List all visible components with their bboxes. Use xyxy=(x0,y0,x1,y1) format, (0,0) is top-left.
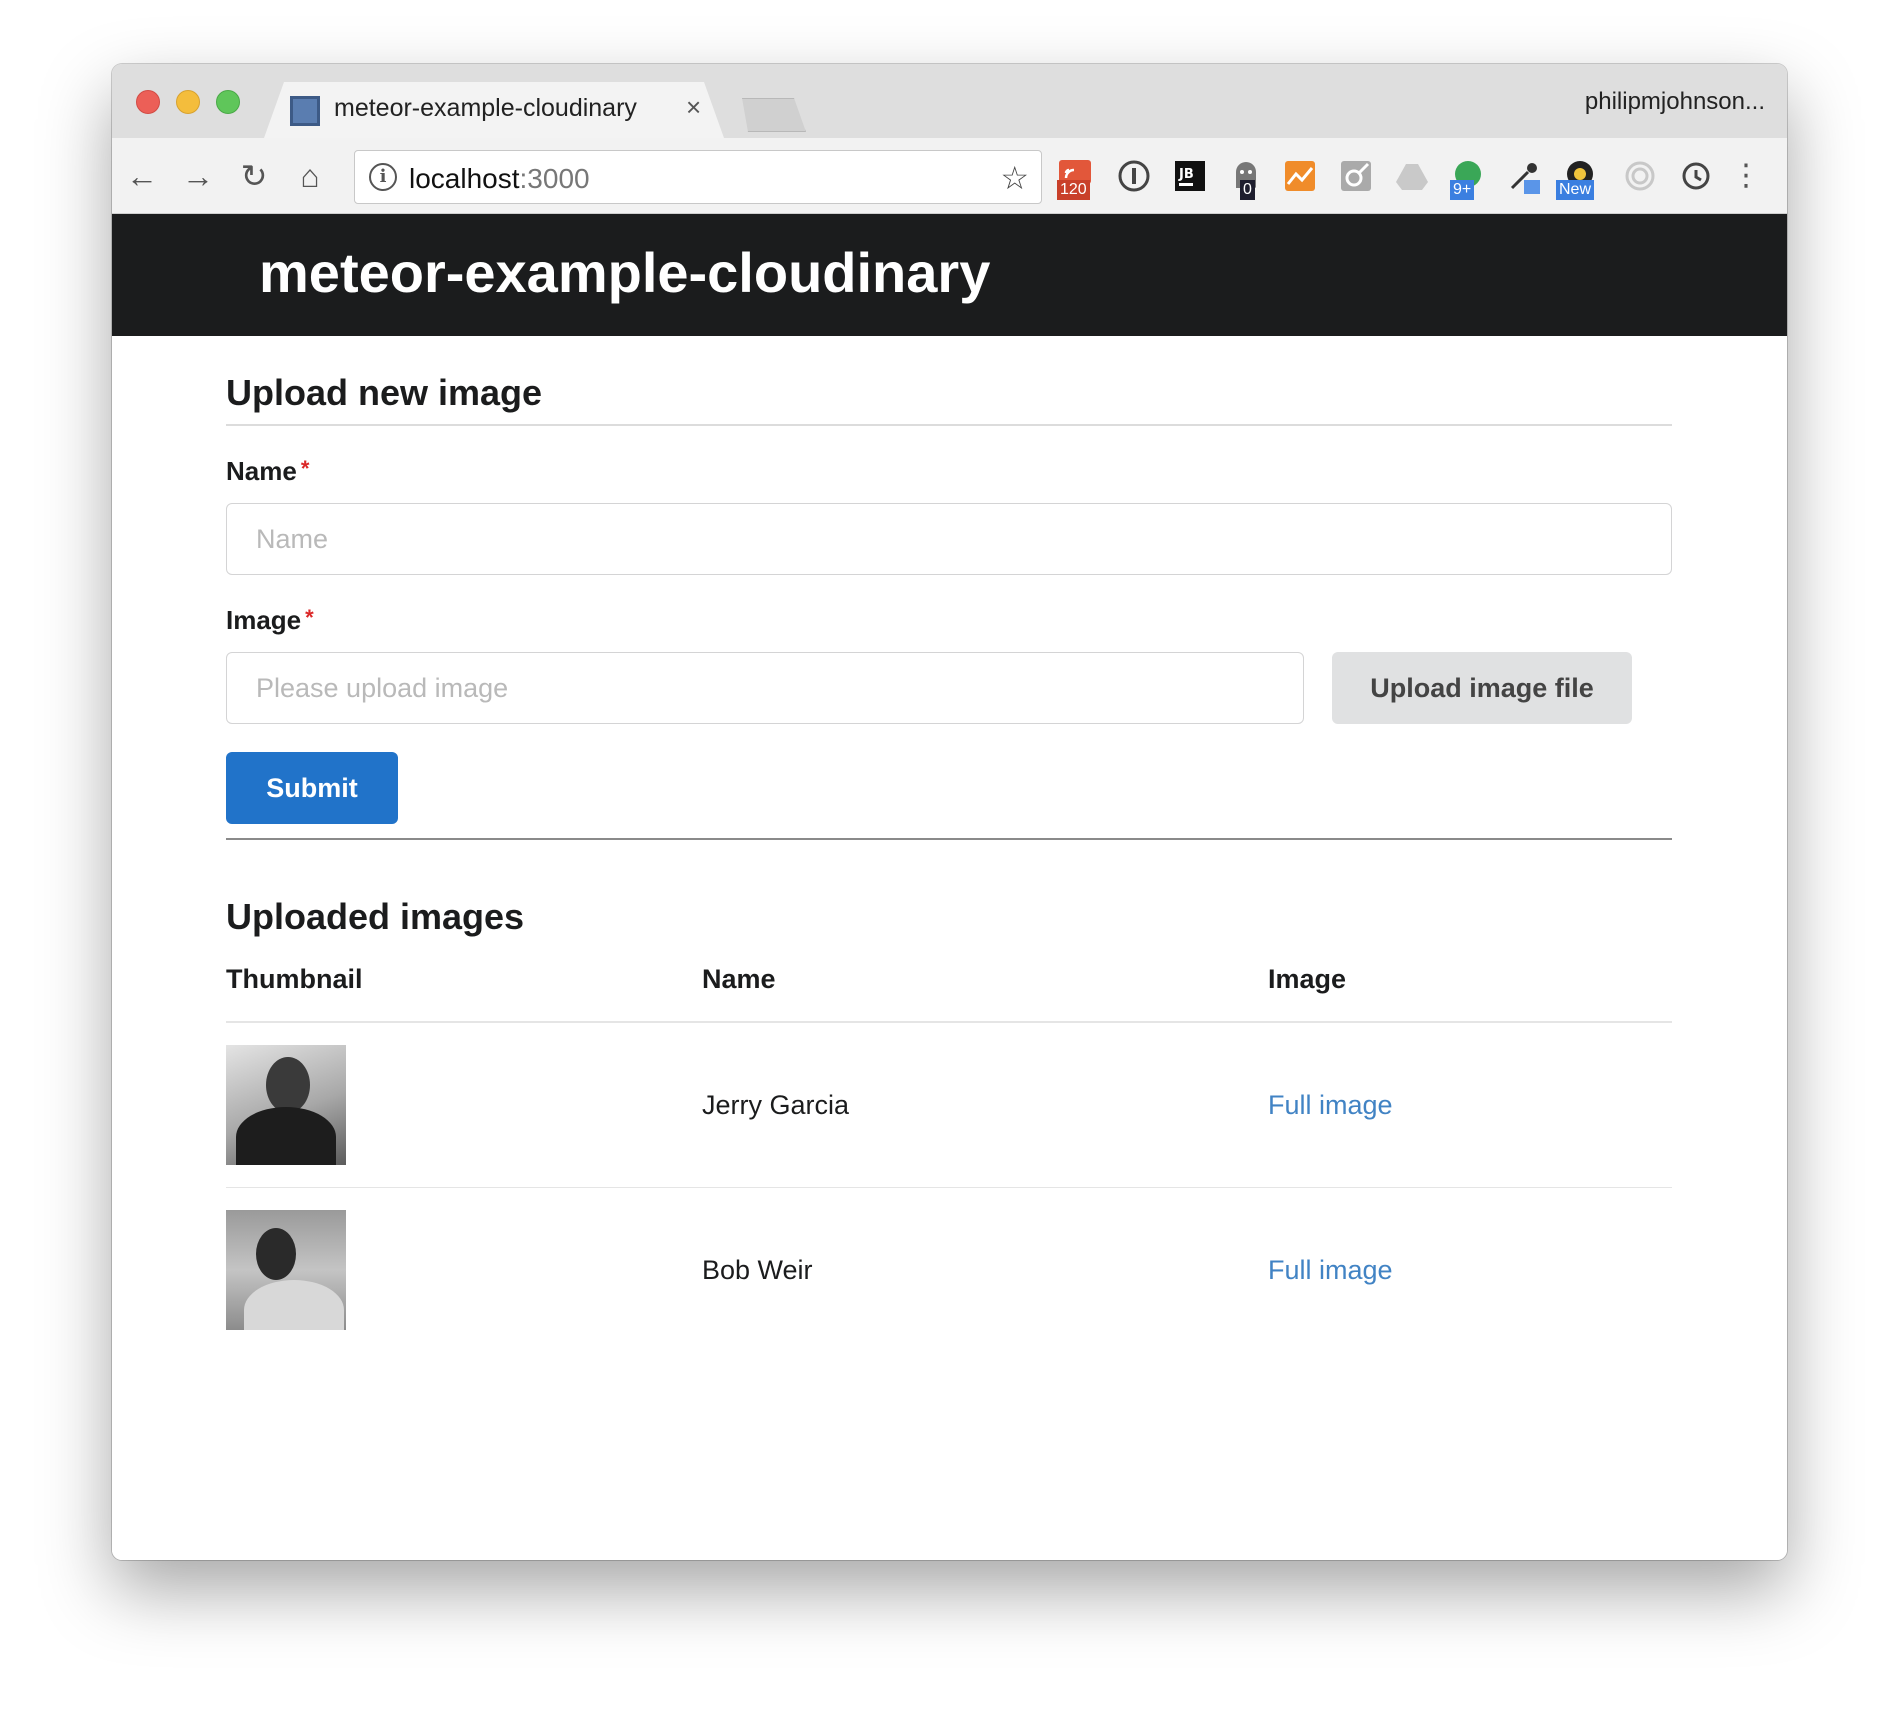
bookmark-star-icon[interactable]: ☆ xyxy=(1000,159,1029,197)
thumbnail-body xyxy=(236,1107,336,1165)
submit-button[interactable]: Submit xyxy=(226,752,398,824)
web-page: meteor-example-cloudinary Upload new ima… xyxy=(112,214,1787,1560)
full-image-link[interactable]: Full image xyxy=(1268,1090,1393,1120)
new-extension-icon[interactable]: New xyxy=(1556,158,1598,200)
thumbnail-head xyxy=(256,1228,296,1280)
address-bar[interactable]: i localhost:3000 ☆ xyxy=(354,150,1042,204)
image-url-input[interactable]: Please upload image xyxy=(226,652,1304,724)
full-image-link[interactable]: Full image xyxy=(1268,1255,1393,1285)
ghostery-badge: 0 xyxy=(1240,180,1255,200)
window-minimize-button[interactable] xyxy=(176,90,200,114)
image-field-label: Image * xyxy=(226,605,1672,636)
name-input[interactable]: Name xyxy=(226,503,1672,575)
site-info-icon[interactable]: i xyxy=(369,163,397,191)
hangouts-icon[interactable]: 9+ xyxy=(1450,158,1486,200)
eyedropper-icon[interactable] xyxy=(1506,158,1542,194)
url-text[interactable]: localhost:3000 xyxy=(409,163,590,195)
fingerprint-icon[interactable] xyxy=(1622,158,1658,194)
forward-arrow-icon[interactable]: → xyxy=(178,156,218,196)
tab-strip: meteor-example-cloudinary × philipmjohns… xyxy=(112,64,1787,138)
new-badge: New xyxy=(1556,180,1595,200)
svg-text:JB: JB xyxy=(1178,167,1194,182)
analytics-icon[interactable] xyxy=(1282,158,1318,194)
name-field-label: Name * xyxy=(226,456,1672,487)
uploaded-images-table: Thumbnail Name Image Jerry Garcia Full i… xyxy=(226,964,1672,1352)
upload-image-button[interactable]: Upload image file xyxy=(1332,652,1632,724)
image-field-row: Please upload image Upload image file xyxy=(226,652,1672,724)
thumbnail-image xyxy=(226,1210,346,1330)
rss-extension-icon[interactable]: 120 xyxy=(1057,158,1093,200)
reload-icon[interactable]: ↻ xyxy=(234,156,274,196)
url-host: localhost xyxy=(409,163,520,194)
column-header-name: Name xyxy=(702,964,1268,1023)
image-cell: Full image xyxy=(1268,1188,1672,1353)
window-close-button[interactable] xyxy=(136,90,160,114)
rss-badge: 120 xyxy=(1057,180,1090,200)
hangouts-badge: 9+ xyxy=(1450,180,1475,200)
drive-icon[interactable] xyxy=(1394,158,1430,194)
main-content: Upload new image Name * Name Image * Pleas… xyxy=(226,336,1672,1352)
thumbnail-cell xyxy=(226,1188,702,1353)
required-mark: * xyxy=(300,456,310,481)
thumbnail-head xyxy=(266,1057,310,1113)
onepassword-icon[interactable] xyxy=(1116,158,1152,194)
thumbnail-cell xyxy=(226,1022,702,1188)
ghostery-icon[interactable]: 0 xyxy=(1228,158,1264,200)
image-cell: Full image xyxy=(1268,1022,1672,1188)
name-label-text: Name xyxy=(226,456,297,486)
thumbnail-image xyxy=(226,1045,346,1165)
tab-favicon-icon xyxy=(290,96,320,126)
browser-toolbar: ← → ↻ ⌂ i localhost:3000 ☆ 120 JB 0 9+ N… xyxy=(112,138,1787,214)
tab-close-icon[interactable]: × xyxy=(686,92,701,122)
browser-menu-icon[interactable]: ⋮ xyxy=(1731,156,1761,196)
name-cell: Jerry Garcia xyxy=(702,1022,1268,1188)
required-mark: * xyxy=(305,605,314,630)
upload-form-title: Upload new image xyxy=(226,372,1672,426)
profile-name[interactable]: philipmjohnson... xyxy=(1585,88,1765,116)
back-arrow-icon[interactable]: ← xyxy=(122,156,162,196)
sync-icon[interactable] xyxy=(1678,158,1714,194)
column-header-thumbnail: Thumbnail xyxy=(226,964,702,1023)
new-tab-button[interactable] xyxy=(742,98,806,132)
table-row: Bob Weir Full image xyxy=(226,1188,1672,1353)
uploaded-images-title: Uploaded images xyxy=(226,896,525,937)
url-port: :3000 xyxy=(519,163,590,194)
section-divider xyxy=(226,838,1672,840)
image-label-text: Image xyxy=(226,605,302,635)
app-navbar: meteor-example-cloudinary xyxy=(112,214,1787,336)
column-header-image: Image xyxy=(1268,964,1672,1023)
jetbrains-icon[interactable]: JB xyxy=(1172,158,1208,194)
table-header-row: Thumbnail Name Image xyxy=(226,964,1672,1023)
app-brand[interactable]: meteor-example-cloudinary xyxy=(259,240,990,305)
name-cell: Bob Weir xyxy=(702,1254,813,1285)
browser-window: meteor-example-cloudinary × philipmjohns… xyxy=(112,64,1787,1560)
tab-title[interactable]: meteor-example-cloudinary xyxy=(334,94,637,123)
window-maximize-button[interactable] xyxy=(216,90,240,114)
home-icon[interactable]: ⌂ xyxy=(290,156,330,196)
table-row: Jerry Garcia Full image xyxy=(226,1022,1672,1188)
pencil-extension-icon[interactable] xyxy=(1338,158,1374,194)
